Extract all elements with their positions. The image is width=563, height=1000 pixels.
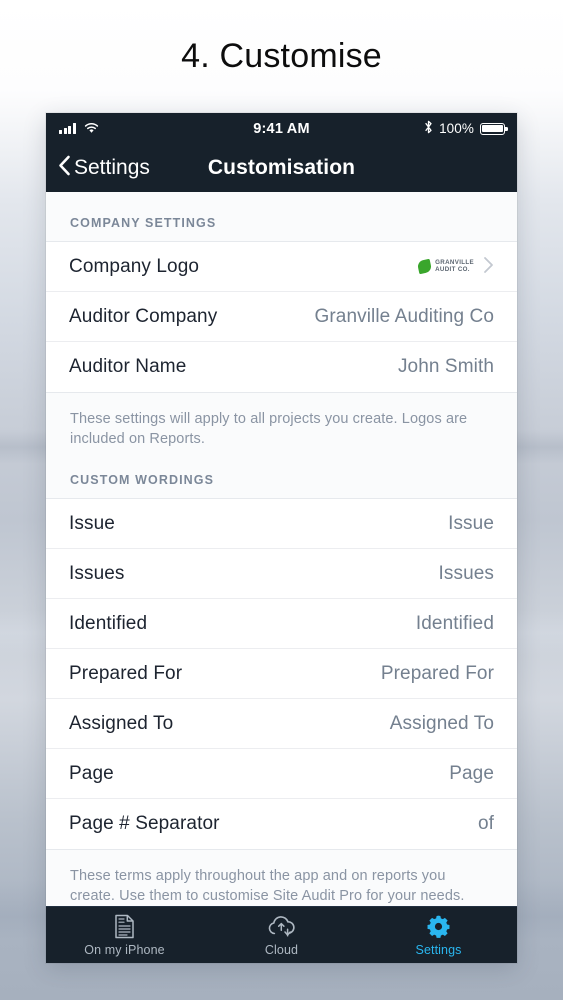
row-value: John Smith <box>397 356 494 377</box>
tab-settings[interactable]: Settings <box>360 914 517 957</box>
green-leaf-icon <box>416 258 433 275</box>
back-button-label: Settings <box>74 156 150 179</box>
row-value: Page <box>449 762 494 784</box>
phone-screenshot: 9:41 AM 100% Settings Customisation COMP… <box>46 113 517 963</box>
row-label: Issues <box>69 562 125 584</box>
row-value: Prepared For <box>380 662 494 684</box>
row-label: Page # Separator <box>69 813 220 834</box>
row-identified[interactable]: Identified Identified <box>46 599 517 649</box>
page-title: 4. Customise <box>181 37 382 75</box>
row-label: Identified <box>69 612 148 634</box>
cloud-sync-icon <box>266 914 298 940</box>
tab-label: Cloud <box>264 942 299 957</box>
row-company-logo[interactable]: Company Logo GRANVILLE AUDIT CO. <box>46 242 517 292</box>
row-label: Issue <box>69 512 115 534</box>
row-assigned-to[interactable]: Assigned To Assigned To <box>46 699 517 749</box>
row-value: of <box>477 813 494 834</box>
footnote-company-settings: These settings will apply to all project… <box>46 393 517 453</box>
section-header-custom-wordings: CUSTOM WORDINGS <box>46 453 517 498</box>
row-label: Auditor Name <box>69 356 187 377</box>
row-issue[interactable]: Issue Issue <box>46 499 517 549</box>
row-auditor-name[interactable]: Auditor Name John Smith <box>46 342 517 392</box>
company-logo-line2: AUDIT CO. <box>435 265 470 273</box>
settings-list[interactable]: COMPANY SETTINGS Company Logo GRANVILLE … <box>46 192 517 906</box>
gear-icon <box>426 914 451 940</box>
company-logo-thumbnail: GRANVILLE AUDIT CO. <box>416 258 474 275</box>
chevron-left-icon <box>58 155 71 181</box>
row-label: Page <box>69 762 114 784</box>
row-value: Issues <box>438 562 494 584</box>
tab-label: On my iPhone <box>84 942 165 957</box>
section-rows-company-settings: Company Logo GRANVILLE AUDIT CO. Auditor… <box>46 241 517 393</box>
bluetooth-icon <box>424 120 433 137</box>
navigation-bar: Settings Customisation <box>46 144 517 192</box>
tab-label: Settings <box>415 942 462 957</box>
chevron-right-icon <box>483 256 494 278</box>
footnote-custom-wordings: These terms apply throughout the app and… <box>46 850 517 906</box>
battery-percent-label: 100% <box>439 121 474 136</box>
row-label: Company Logo <box>69 255 200 277</box>
back-button[interactable]: Settings <box>58 155 150 181</box>
row-value: Granville Auditing Co <box>314 305 494 327</box>
tab-bar: On my iPhone Cloud Settings <box>46 906 517 963</box>
battery-full-icon <box>480 122 508 135</box>
tab-on-my-iphone[interactable]: On my iPhone <box>46 914 203 957</box>
row-auditor-company[interactable]: Auditor Company Granville Auditing Co <box>46 292 517 342</box>
row-prepared-for[interactable]: Prepared For Prepared For <box>46 649 517 699</box>
section-rows-custom-wordings: Issue Issue Issues Issues Identified Ide… <box>46 498 517 850</box>
status-bar: 9:41 AM 100% <box>46 113 517 144</box>
row-label: Prepared For <box>69 662 183 684</box>
row-value: Assigned To <box>389 712 494 734</box>
row-value: Identified <box>415 612 494 634</box>
document-icon <box>114 914 135 940</box>
section-header-company-settings: COMPANY SETTINGS <box>46 192 517 241</box>
row-issues[interactable]: Issues Issues <box>46 549 517 599</box>
tab-cloud[interactable]: Cloud <box>203 914 360 957</box>
row-label: Auditor Company <box>69 305 218 327</box>
row-label: Assigned To <box>69 712 174 734</box>
row-value: Issue <box>448 512 494 534</box>
row-page-separator[interactable]: Page # Separator of <box>46 799 517 849</box>
row-page[interactable]: Page Page <box>46 749 517 799</box>
